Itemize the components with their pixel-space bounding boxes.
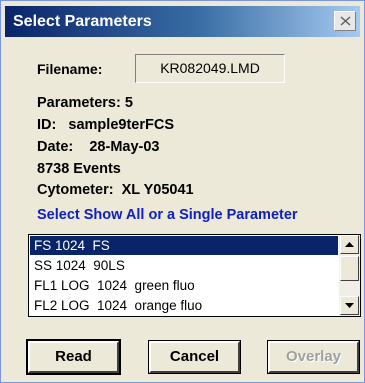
list-item[interactable]: SS 1024 90LS [30, 256, 338, 275]
title-bar[interactable]: Select Parameters [5, 6, 360, 37]
arrow-up-icon [345, 242, 354, 247]
parameters-listbox[interactable]: FS 1024 FS SS 1024 90LS FL1 LOG 1024 gre… [28, 234, 361, 317]
filename-label: Filename: [37, 61, 103, 77]
parameters-count: Parameters: 5 [37, 95, 133, 111]
cancel-button[interactable]: Cancel [148, 340, 241, 374]
read-button[interactable]: Read [26, 339, 121, 375]
list-item[interactable]: FL2 LOG 1024 orange fluo [30, 296, 338, 315]
sample-id: ID: sample9terFCS [37, 117, 174, 133]
window-title: Select Parameters [13, 13, 152, 30]
scroll-up-button[interactable] [340, 235, 359, 254]
select-parameters-dialog: Select Parameters Filename: KR082049.LMD… [0, 0, 365, 383]
acquisition-date: Date: 28-May-03 [37, 139, 160, 155]
cytometer-id: Cytometer: XL Y05041 [37, 182, 194, 198]
list-scrollbar[interactable] [339, 235, 360, 316]
list-item[interactable]: FS 1024 FS [30, 236, 338, 255]
scroll-thumb[interactable] [340, 256, 359, 281]
list-item[interactable]: FL1 LOG 1024 green fluo [30, 276, 338, 295]
scroll-down-button[interactable] [340, 296, 359, 315]
close-icon [340, 16, 351, 26]
close-button[interactable] [334, 11, 356, 31]
overlay-button[interactable]: Overlay [267, 340, 360, 374]
event-count: 8738 Events [37, 161, 121, 177]
filename-field: KR082049.LMD [135, 54, 285, 83]
arrow-down-icon [345, 303, 354, 308]
selection-prompt: Select Show All or a Single Parameter [37, 207, 298, 223]
